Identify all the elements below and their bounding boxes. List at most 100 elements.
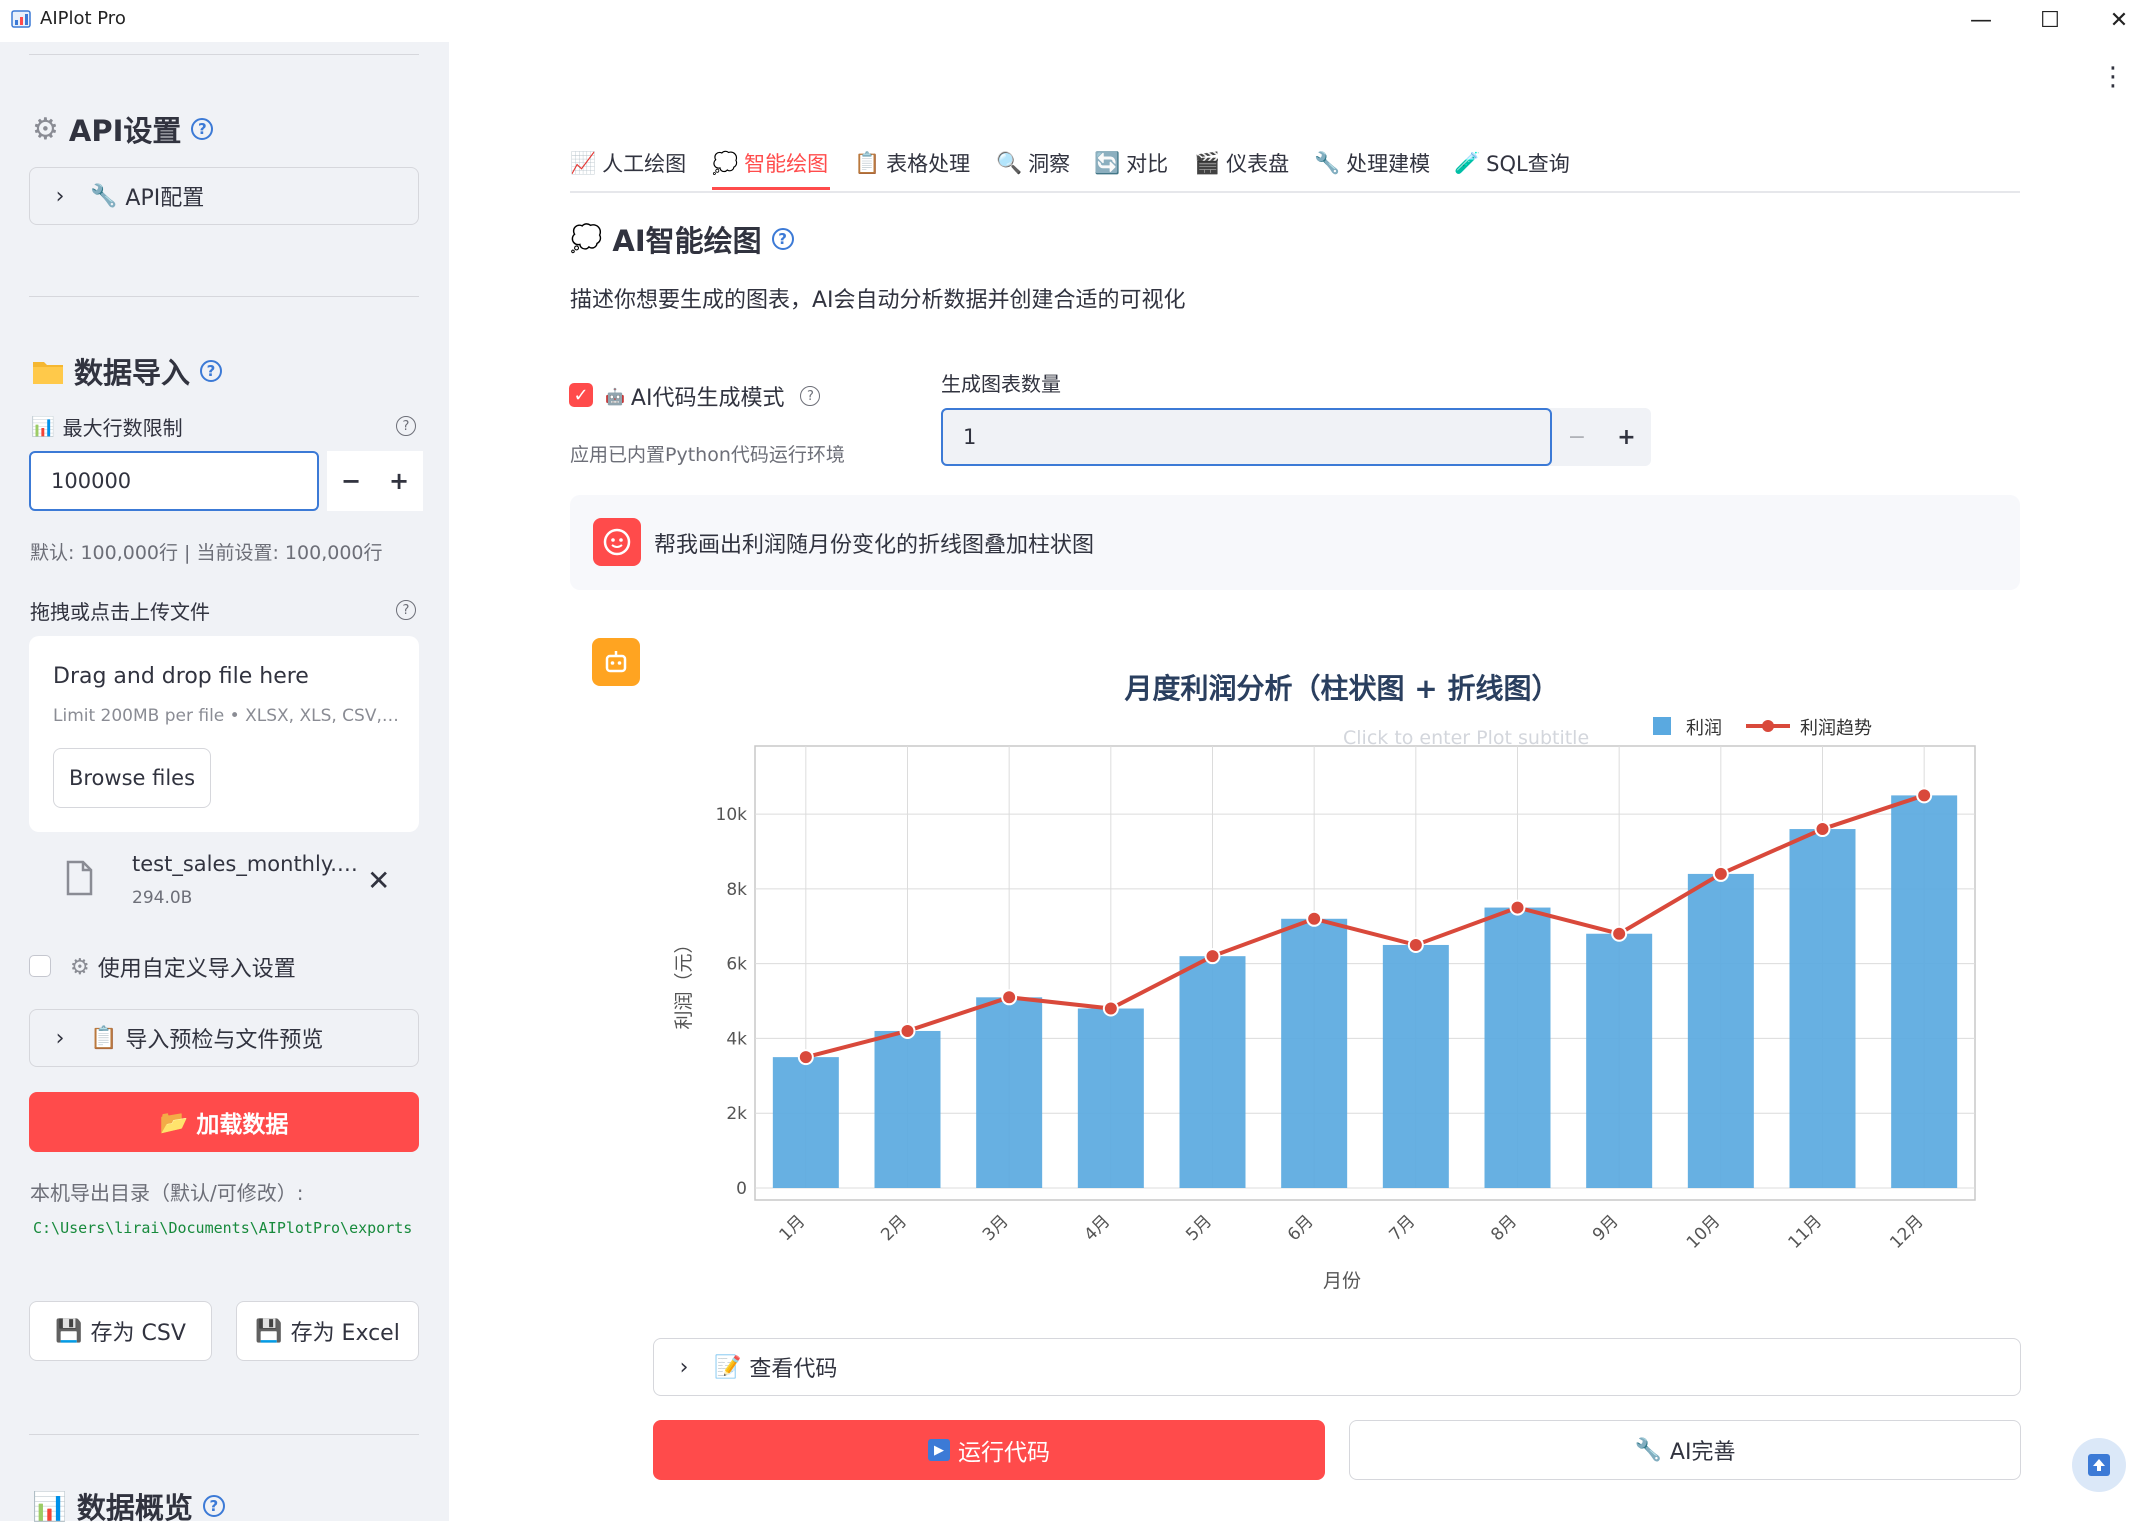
user-chat-message: 帮我画出利润随月份变化的折线图叠加柱状图 <box>570 495 2020 590</box>
tab-sql-query[interactable]: 🧪 SQL查询 <box>1454 143 1570 183</box>
max-rows-input[interactable]: 100000 <box>29 451 319 511</box>
load-data-button[interactable]: 📂 加载数据 <box>29 1092 419 1152</box>
wrench-icon: 🔧 <box>1634 1437 1662 1463</box>
x-tick-label: 8月 <box>1487 1211 1521 1245</box>
chart-count-stepper[interactable]: 1 − + <box>941 408 1651 466</box>
x-tick-label: 10月 <box>1683 1211 1724 1252</box>
max-rows-note: 默认: 100,000行 | 当前设置: 100,000行 <box>30 542 383 564</box>
x-tick-label: 12月 <box>1886 1211 1927 1252</box>
app-logo-icon <box>11 10 31 28</box>
x-tick-label: 6月 <box>1284 1211 1318 1245</box>
bar <box>976 997 1043 1188</box>
trend-point <box>1611 925 1628 942</box>
remove-file-icon[interactable]: ✕ <box>367 864 390 897</box>
run-code-button[interactable]: ▶ 运行代码 <box>653 1420 1325 1480</box>
x-tick-label: 4月 <box>1081 1211 1115 1245</box>
tab-modeling[interactable]: 🔧 处理建模 <box>1314 143 1430 183</box>
clipboard-icon: 📋 <box>854 150 881 175</box>
window-title-bar: AIPlot Pro — ☐ ✕ <box>0 0 2154 42</box>
file-icon <box>66 860 93 896</box>
upload-arrow-icon <box>2088 1454 2110 1476</box>
save-csv-button[interactable]: 💾 存为 CSV <box>29 1301 212 1361</box>
trend-point <box>1407 936 1424 953</box>
tab-manual-plot[interactable]: 📈 人工绘图 <box>570 143 686 183</box>
api-config-expander[interactable]: › 🔧 API配置 <box>29 167 419 225</box>
api-settings-heading: ⚙ API设置 ? <box>32 108 214 150</box>
bar-chart-icon: 📊 <box>31 416 55 438</box>
y-axis-label: 利润（元） <box>673 934 695 1029</box>
ai-code-mode-label: 🤖 AI代码生成模式 ? <box>605 380 821 412</box>
x-tick-label: 5月 <box>1182 1211 1216 1245</box>
gear-icon: ⚙ <box>70 954 90 980</box>
y-tick-label: 2k <box>726 1104 747 1124</box>
trend-point <box>899 1022 916 1039</box>
tab-table-processing[interactable]: 📋 表格处理 <box>854 143 970 183</box>
ai-refine-button[interactable]: 🔧 AI完善 <box>1349 1420 2021 1480</box>
export-dir-label: 本机导出目录（默认/可修改）: <box>30 1181 304 1205</box>
help-icon[interactable]: ? <box>396 416 416 436</box>
divider <box>29 1434 419 1435</box>
view-code-expander[interactable]: › 📝 查看代码 <box>653 1338 2021 1396</box>
minimize-button[interactable]: — <box>1946 0 2016 40</box>
folder-icon: 📂 <box>159 1109 189 1136</box>
trend-point <box>1916 787 1933 804</box>
more-options-icon[interactable]: ⋮ <box>2100 64 2126 90</box>
tab-dashboard[interactable]: 🎬 仪表盘 <box>1194 143 1289 183</box>
help-icon[interactable]: ? <box>800 386 821 406</box>
max-rows-label: 📊 最大行数限制 <box>31 416 183 440</box>
maximize-button[interactable]: ☐ <box>2015 0 2085 40</box>
x-tick-label: 9月 <box>1589 1211 1623 1245</box>
ai-code-mode-checkbox[interactable]: ✓ <box>569 383 593 407</box>
decrement-button[interactable]: − <box>327 451 375 511</box>
help-icon[interactable]: ? <box>191 118 214 140</box>
y-tick-label: 8k <box>726 880 747 900</box>
test-tube-icon: 🧪 <box>1454 150 1481 175</box>
scroll-top-button[interactable] <box>2072 1438 2126 1492</box>
file-dropzone[interactable]: Drag and drop file here Limit 200MB per … <box>29 636 419 832</box>
y-tick-label: 10k <box>716 805 748 825</box>
help-icon[interactable]: ? <box>202 1495 225 1517</box>
custom-import-checkbox[interactable] <box>29 955 51 977</box>
decrement-button[interactable]: − <box>1552 408 1602 466</box>
chart-count-input[interactable]: 1 <box>941 408 1552 466</box>
save-excel-button[interactable]: 💾 存为 Excel <box>236 1301 419 1361</box>
tab-bar: 📈 人工绘图 💭 智能绘图 📋 表格处理 🔍 洞察 🔄 对比 🎬 仪表盘 🔧 处理建模 🧪 SQ… <box>570 135 2020 193</box>
increment-button[interactable]: + <box>1602 408 1651 466</box>
dropzone-title: Drag and drop file here <box>53 664 309 689</box>
play-icon: ▶ <box>928 1439 950 1461</box>
upload-label: 拖拽或点击上传文件 <box>30 600 210 624</box>
increment-button[interactable]: + <box>375 451 423 511</box>
tab-insights[interactable]: 🔍 洞察 <box>996 143 1070 183</box>
custom-import-label: ⚙ 使用自定义导入设置 <box>70 954 296 983</box>
max-rows-stepper[interactable]: 100000 − + <box>29 451 423 511</box>
browse-files-button[interactable]: Browse files <box>53 748 211 808</box>
import-preview-expander[interactable]: › 📋 导入预检与文件预览 <box>29 1009 419 1067</box>
help-icon[interactable]: ? <box>396 600 416 620</box>
legend-label: 利润趋势 <box>1800 718 1872 739</box>
gear-icon: ⚙ <box>32 111 59 147</box>
trend-point <box>1712 865 1729 882</box>
trend-point <box>1102 1000 1119 1017</box>
profit-chart[interactable]: 月度利润分析（柱状图 + 折线图）Click to enter Plot sub… <box>650 650 2020 1300</box>
chart-container[interactable]: 月度利润分析（柱状图 + 折线图） Click to enter Plot sub… <box>650 650 2020 1300</box>
wrench-icon: 🔧 <box>90 183 118 209</box>
page-description: 描述你想要生成的图表，AI会自动分析数据并创建合适的可视化 <box>570 288 1186 313</box>
chart-count-label: 生成图表数量 <box>941 372 1061 396</box>
x-tick-label: 3月 <box>979 1211 1013 1245</box>
trend-point <box>1814 821 1831 838</box>
file-name: test_sales_monthly.… <box>132 852 358 876</box>
chart-icon: 📈 <box>570 150 597 175</box>
close-window-button[interactable]: ✕ <box>2084 0 2154 40</box>
export-dir-path[interactable]: C:\Users\lirai\Documents\AIPlotPro\expor… <box>33 1212 423 1245</box>
bar <box>1484 907 1551 1188</box>
bar <box>1077 1008 1144 1188</box>
speech-bubble-icon: 💭 <box>570 224 603 254</box>
assistant-avatar <box>592 638 640 686</box>
chevron-right-icon: › <box>55 183 65 209</box>
help-icon[interactable]: ? <box>200 360 223 382</box>
x-tick-label: 1月 <box>776 1211 810 1245</box>
tab-ai-plot[interactable]: 💭 智能绘图 <box>712 143 828 183</box>
tab-compare[interactable]: 🔄 对比 <box>1094 143 1168 183</box>
help-icon[interactable]: ? <box>771 228 794 250</box>
page-title: 💭 AI智能绘图 ? <box>570 218 794 260</box>
